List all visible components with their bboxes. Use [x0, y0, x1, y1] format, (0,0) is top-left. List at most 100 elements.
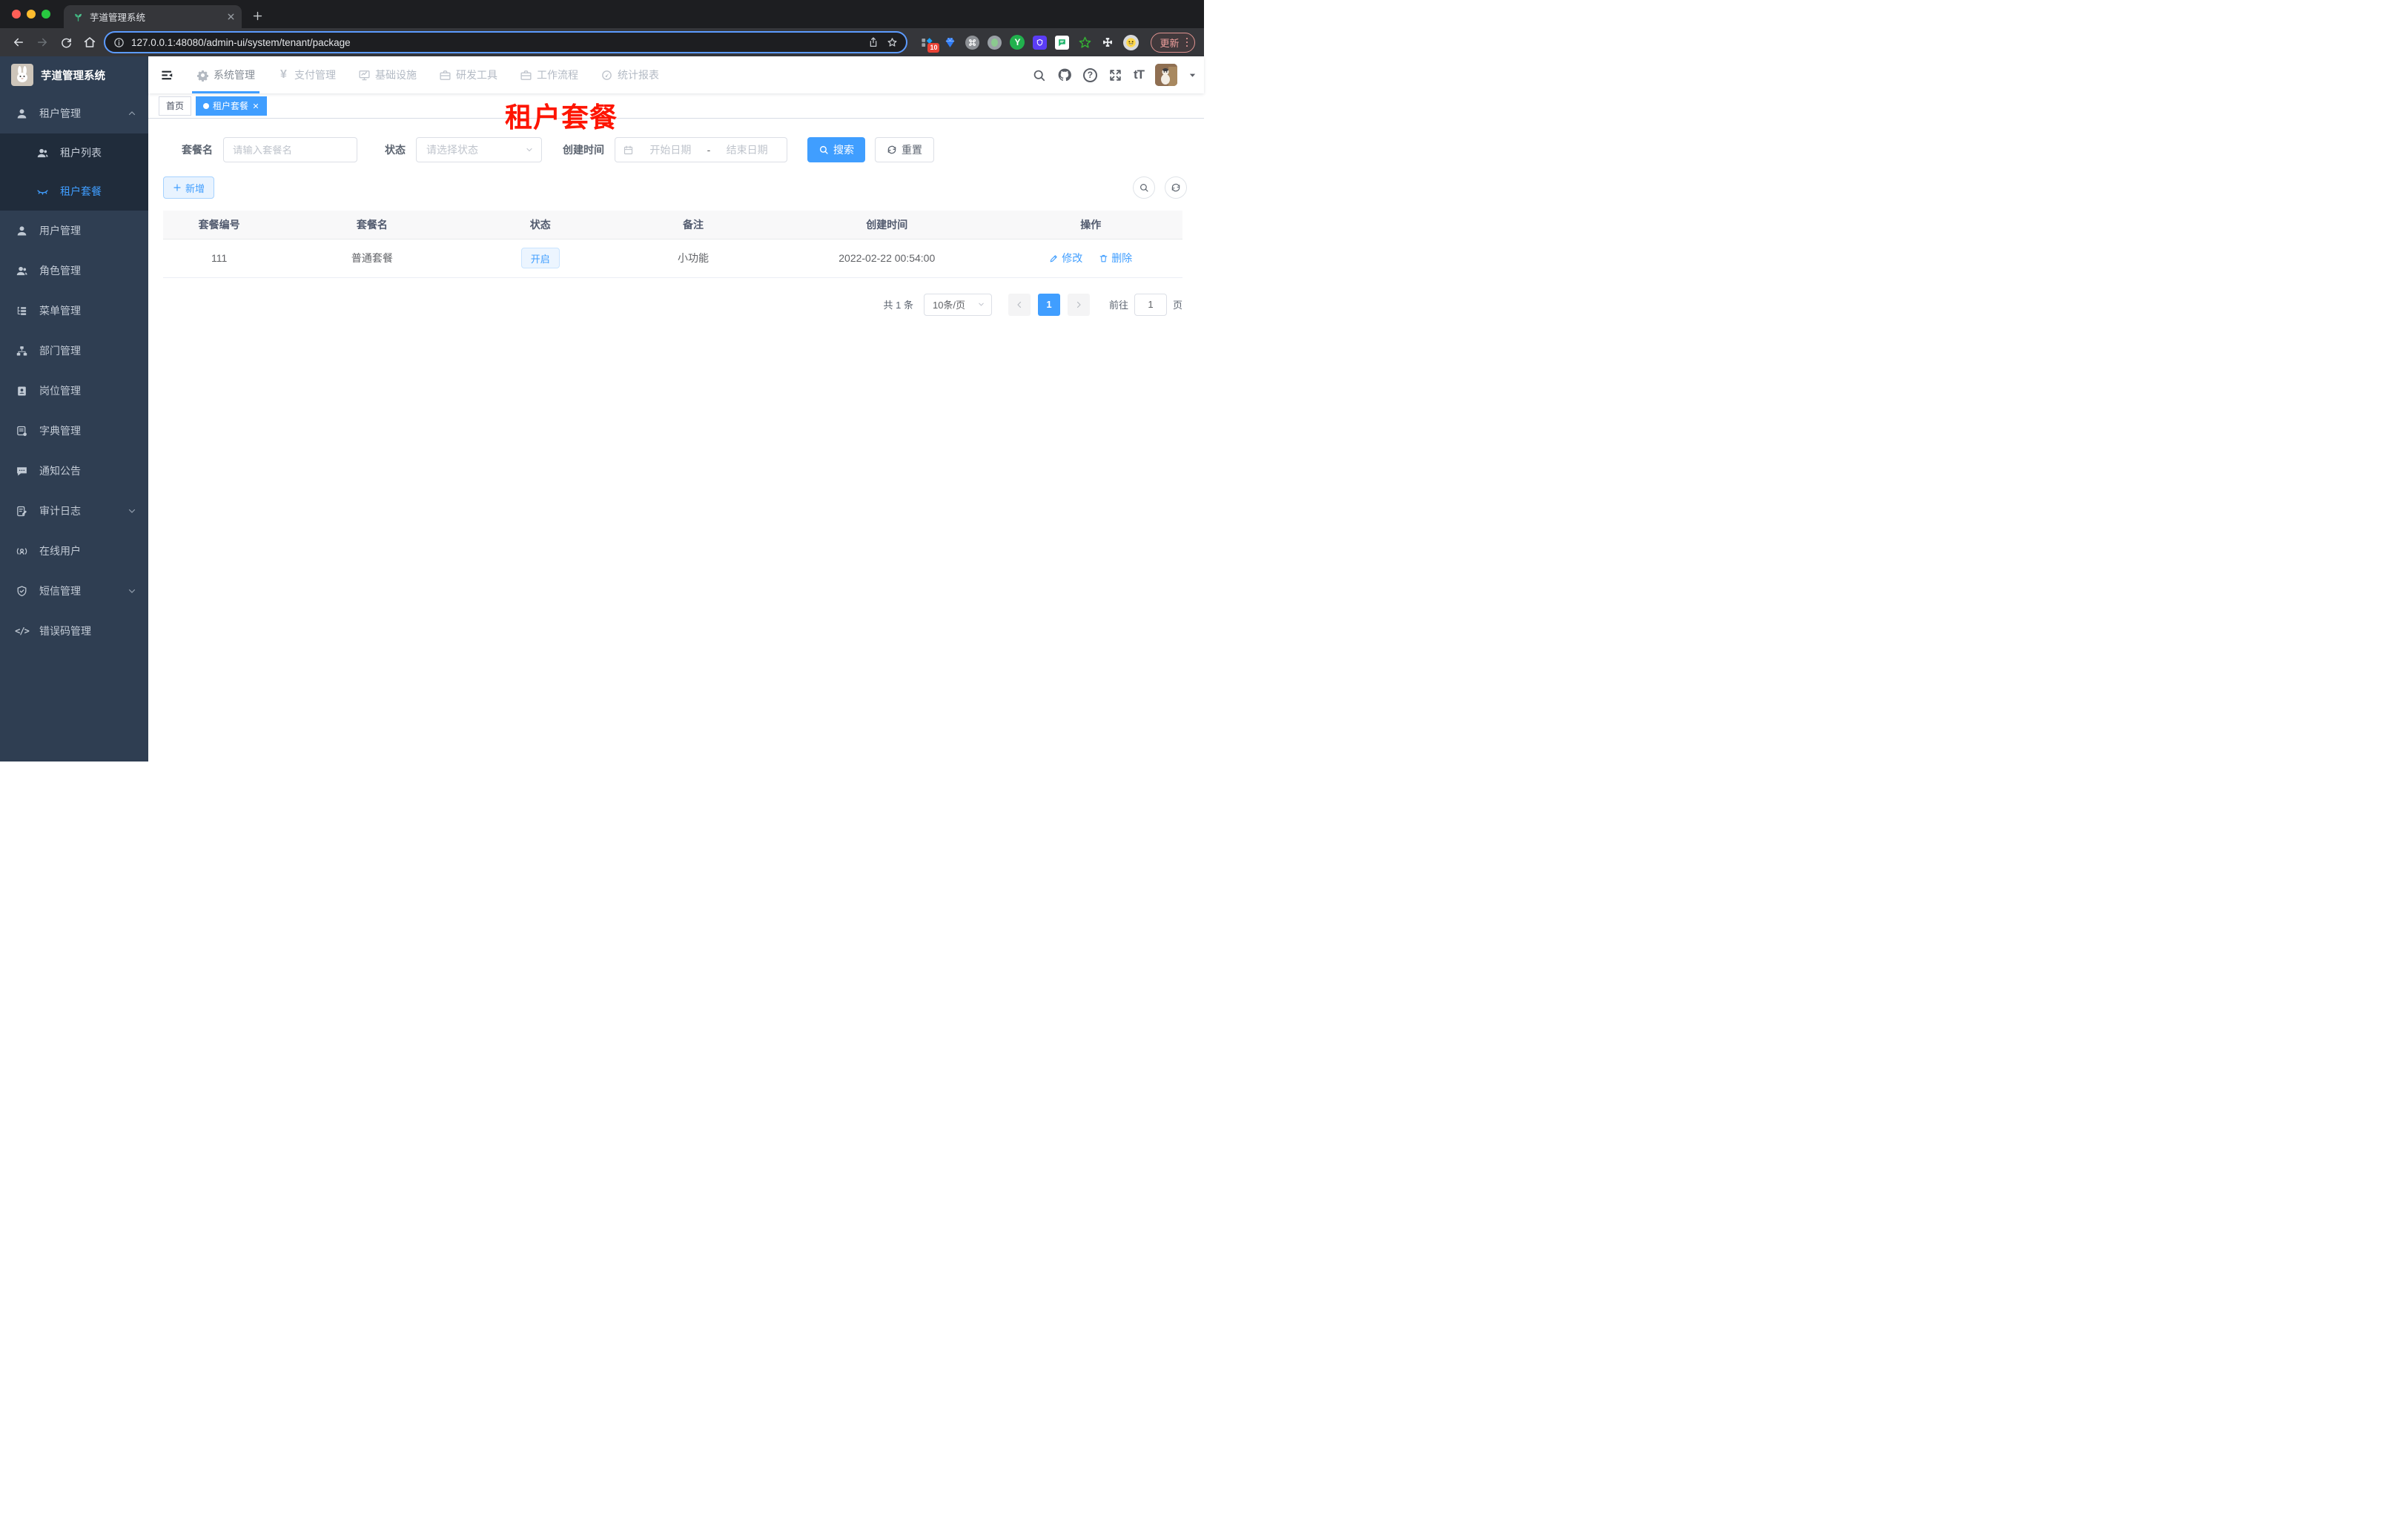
home-button[interactable] — [80, 33, 99, 52]
topnav-infrastructure[interactable]: 基础设施 — [347, 56, 428, 93]
topnav-workflow[interactable]: 工作流程 — [509, 56, 589, 93]
next-page-button[interactable] — [1067, 293, 1090, 316]
search-icon — [818, 145, 829, 155]
topnav-system[interactable]: 系统管理 — [185, 56, 266, 93]
logo-rabbit-image — [11, 64, 33, 86]
window-controls[interactable] — [12, 0, 50, 28]
close-icon[interactable] — [252, 102, 259, 110]
app-logo: 芋道管理系统 — [0, 56, 148, 93]
sidebar-collapse-icon[interactable] — [148, 56, 185, 93]
share-icon[interactable] — [867, 36, 879, 48]
show-search-button[interactable] — [1133, 176, 1155, 199]
package-name-label: 套餐名 — [182, 144, 213, 156]
forward-button[interactable] — [33, 33, 52, 52]
goto-page-input[interactable] — [1134, 293, 1167, 316]
browser-profile-avatar[interactable] — [1123, 34, 1140, 50]
add-button[interactable]: 新增 — [163, 176, 215, 199]
refresh-table-button[interactable] — [1165, 176, 1187, 199]
url-text: 127.0.0.1:48080/admin-ui/system/tenant/p… — [131, 36, 351, 48]
new-tab-button[interactable] — [248, 6, 267, 25]
fullscreen-icon[interactable] — [1108, 68, 1122, 82]
extensions-puzzle-icon[interactable] — [1100, 35, 1115, 50]
browser-menu-icon[interactable] — [1185, 37, 1188, 47]
caret-down-icon[interactable] — [1188, 71, 1197, 79]
extension-dot-icon[interactable] — [988, 35, 1002, 50]
sidebar-menu: 租户管理 租户列表 租户套餐 用户管理 角色管理 菜单管理 部门管理 岗位管理 … — [0, 93, 148, 651]
sidebar-item-dept-management[interactable]: 部门管理 — [0, 331, 148, 371]
sidebar-item-tenant-list[interactable]: 租户列表 — [0, 133, 148, 172]
extension-chat-icon[interactable] — [1055, 35, 1070, 50]
browser-chrome: 芋道管理系统 127.0.0.1:48080/admin-ui/system/t… — [0, 0, 1204, 56]
message-icon — [16, 465, 28, 478]
top-header: 系统管理 ¥ 支付管理 基础设施 研发工具 工作流程 统计报表 ? tT — [148, 56, 1204, 93]
cell-actions: 修改 删除 — [999, 239, 1182, 278]
search-icon[interactable] — [1032, 68, 1046, 82]
sidebar-item-dict-management[interactable]: 字典管理 — [0, 411, 148, 451]
site-info-icon[interactable] — [113, 37, 125, 48]
sidebar-item-menu-management[interactable]: 菜单管理 — [0, 291, 148, 331]
edit-link[interactable]: 修改 — [1049, 251, 1082, 265]
font-size-icon[interactable]: tT — [1134, 67, 1145, 82]
user-avatar[interactable] — [1155, 64, 1177, 86]
package-table: 套餐编号 套餐名 状态 备注 创建时间 操作 111 普通套餐 开启 小功能 2… — [163, 211, 1182, 278]
tab-strip: 芋道管理系统 — [0, 0, 1204, 28]
reload-button[interactable] — [56, 33, 76, 52]
extension-star-icon[interactable] — [1077, 35, 1092, 50]
sidebar-item-tenant-package[interactable]: 租户套餐 — [0, 172, 148, 211]
eye-closed-icon — [36, 185, 49, 198]
browser-tab[interactable]: 芋道管理系统 — [64, 5, 242, 28]
sidebar-item-post-management[interactable]: 岗位管理 — [0, 371, 148, 411]
chevron-down-icon — [128, 587, 136, 595]
sidebar-item-tenant-management[interactable]: 租户管理 — [0, 93, 148, 133]
reset-button[interactable]: 重置 — [875, 137, 934, 162]
sidebar-item-user-management[interactable]: 用户管理 — [0, 211, 148, 251]
start-date-placeholder[interactable]: 开始日期 — [638, 142, 703, 157]
page-size-select[interactable]: 10条/页 — [923, 293, 992, 316]
chevron-up-icon — [128, 109, 136, 118]
help-icon[interactable]: ? — [1082, 67, 1097, 82]
end-date-placeholder[interactable]: 结束日期 — [715, 142, 779, 157]
delete-link[interactable]: 删除 — [1099, 251, 1132, 265]
topnav-dev-tools[interactable]: 研发工具 — [428, 56, 509, 93]
back-button[interactable] — [9, 33, 28, 52]
extension-badge: 10 — [927, 43, 940, 53]
search-button[interactable]: 搜索 — [807, 137, 865, 162]
maximize-window-button[interactable] — [42, 10, 50, 19]
tab-close-icon[interactable] — [226, 12, 236, 22]
extension-command-icon[interactable] — [965, 35, 980, 50]
topnav-reports[interactable]: 统计报表 — [589, 56, 670, 93]
browser-toolbar: 127.0.0.1:48080/admin-ui/system/tenant/p… — [0, 28, 1204, 56]
sidebar-item-error-code[interactable]: </> 错误码管理 — [0, 611, 148, 651]
sidebar-item-online-users[interactable]: 在线用户 — [0, 531, 148, 571]
prev-page-button[interactable] — [1008, 293, 1031, 316]
extension-y-icon[interactable]: Y — [1010, 35, 1025, 50]
gear-icon — [196, 69, 209, 82]
sidebar-item-audit-log[interactable]: 审计日志 — [0, 491, 148, 531]
sidebar-item-sms-management[interactable]: 短信管理 — [0, 571, 148, 611]
browser-update-button[interactable]: 更新 — [1151, 32, 1195, 53]
tab-title: 芋道管理系统 — [90, 13, 146, 23]
github-icon[interactable] — [1057, 67, 1072, 82]
status-select[interactable]: 请选择状态 — [416, 137, 542, 162]
sidebar-item-role-management[interactable]: 角色管理 — [0, 251, 148, 291]
goto-page: 前往 页 — [1109, 293, 1182, 316]
close-window-button[interactable] — [12, 10, 21, 19]
minimize-window-button[interactable] — [27, 10, 36, 19]
bookmark-star-icon[interactable] — [886, 36, 899, 49]
date-range-picker[interactable]: 开始日期 - 结束日期 — [615, 137, 787, 162]
tag-tenant-package[interactable]: 租户套餐 — [196, 96, 268, 116]
pagination: 共 1 条 10条/页 1 前往 页 — [163, 293, 1182, 316]
tag-home[interactable]: 首页 — [159, 96, 192, 116]
users-icon — [16, 265, 28, 277]
status-badge[interactable]: 开启 — [520, 248, 560, 268]
page-number-1[interactable]: 1 — [1037, 293, 1060, 316]
extension-shield-icon[interactable] — [1033, 35, 1048, 50]
sidebar-item-notice[interactable]: 通知公告 — [0, 451, 148, 491]
total-count: 共 1 条 — [883, 300, 913, 311]
package-name-input[interactable] — [223, 137, 357, 162]
url-bar[interactable]: 127.0.0.1:48080/admin-ui/system/tenant/p… — [104, 31, 908, 53]
topnav-payment[interactable]: ¥ 支付管理 — [266, 56, 347, 93]
red-annotation-title: 租户套餐 — [505, 102, 618, 133]
extension-gem-icon[interactable] — [942, 35, 957, 50]
extension-blocker-icon[interactable]: 10 — [919, 35, 940, 53]
